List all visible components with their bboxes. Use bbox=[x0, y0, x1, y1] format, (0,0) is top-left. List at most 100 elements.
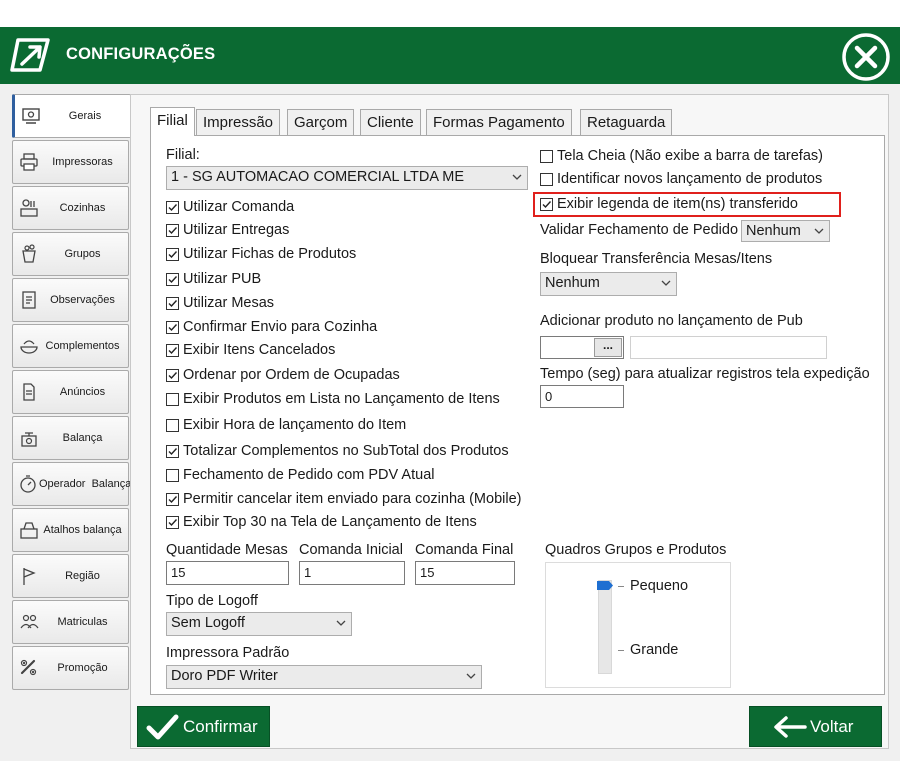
bloquear-select[interactable]: Nenhum bbox=[540, 272, 677, 296]
checkbox-label: Utilizar PUB bbox=[183, 271, 262, 287]
checkbox-label: Utilizar Entregas bbox=[183, 222, 290, 238]
search-produto-button[interactable]: ... bbox=[594, 338, 622, 357]
slider-track[interactable] bbox=[598, 580, 612, 674]
tempo-input[interactable]: 0 bbox=[540, 385, 624, 408]
checkbox-box[interactable] bbox=[166, 272, 179, 286]
chevron-down-icon bbox=[814, 228, 824, 234]
promotion-icon bbox=[17, 656, 41, 680]
checkbox-box[interactable] bbox=[166, 392, 179, 406]
sidebar-item-label: Grupos bbox=[64, 248, 101, 260]
checkbox-hora-lancamento[interactable]: Exibir Hora de lançamento do Item bbox=[166, 417, 406, 433]
title-bar: CONFIGURAÇÕES bbox=[0, 27, 900, 84]
sidebar-item-impressoras[interactable]: Impressoras bbox=[12, 140, 129, 184]
checkbox-box[interactable] bbox=[166, 515, 179, 529]
tab-cliente[interactable]: Cliente bbox=[360, 109, 421, 135]
checkbox-ordenar-ocupadas[interactable]: Ordenar por Ordem de Ocupadas bbox=[166, 367, 400, 383]
validar-select[interactable]: Nenhum bbox=[741, 220, 830, 242]
checkbox-box[interactable] bbox=[166, 444, 179, 458]
tab-retaguarda[interactable]: Retaguarda bbox=[580, 109, 673, 135]
checkbox-utilizar-entregas[interactable]: Utilizar Entregas bbox=[166, 222, 289, 238]
sidebar-item-matriculas[interactable]: Matriculas bbox=[12, 600, 129, 644]
sidebar-item-operador-balanca[interactable]: Operador Balança bbox=[12, 462, 131, 506]
sidebar-item-observacoes[interactable]: Observações bbox=[12, 278, 129, 322]
sidebar-item-label: Cozinhas bbox=[59, 202, 106, 214]
sidebar-item-grupos[interactable]: Grupos bbox=[12, 232, 129, 276]
checkbox-box[interactable] bbox=[166, 320, 179, 334]
checkbox-label: Totalizar Complementos no SubTotal dos P… bbox=[183, 443, 509, 459]
printer-icon bbox=[17, 150, 41, 174]
checkbox-box[interactable] bbox=[166, 468, 179, 482]
checkbox-box[interactable] bbox=[166, 368, 179, 382]
checkbox-box[interactable] bbox=[540, 149, 553, 163]
tab-filial[interactable]: Filial bbox=[150, 107, 195, 136]
adicionar-label: Adicionar produto no lançamento de Pub bbox=[540, 313, 803, 329]
checkbox-box[interactable] bbox=[166, 296, 179, 310]
chevron-down-icon bbox=[466, 673, 476, 679]
tab-impressao[interactable]: Impressão bbox=[196, 109, 281, 135]
logoff-select[interactable]: Sem Logoff bbox=[166, 612, 352, 636]
checkbox-box[interactable] bbox=[166, 492, 179, 506]
checkbox-label: Confirmar Envio para Cozinha bbox=[183, 319, 378, 335]
checkbox-box[interactable] bbox=[166, 418, 179, 432]
sidebar-item-balanca[interactable]: Balança bbox=[12, 416, 129, 460]
checkbox-label: Utilizar Fichas de Produtos bbox=[183, 246, 357, 262]
sidebar-item-anuncios[interactable]: Anúncios bbox=[12, 370, 129, 414]
tab-formas-pagamento[interactable]: Formas Pagamento bbox=[426, 109, 572, 135]
produto-name-field bbox=[630, 336, 827, 359]
checkbox-label: Identificar novos lançamento de produtos bbox=[557, 171, 823, 187]
checkbox-exibir-cancelados[interactable]: Exibir Itens Cancelados bbox=[166, 342, 335, 358]
checkbox-identificar-lancamentos[interactable]: Identificar novos lançamento de produtos bbox=[540, 171, 822, 187]
checkbox-box[interactable] bbox=[166, 247, 179, 261]
filial-select-value: 1 - SG AUTOMACAO COMERCIAL LTDA ME bbox=[171, 169, 465, 185]
window-title: CONFIGURAÇÕES bbox=[66, 45, 216, 63]
checkbox-box[interactable] bbox=[166, 343, 179, 357]
checkbox-box[interactable] bbox=[166, 200, 179, 214]
sidebar-item-label: Complementos bbox=[45, 340, 120, 352]
sidebar-item-complementos[interactable]: Complementos bbox=[12, 324, 129, 368]
checkbox-confirmar-envio[interactable]: Confirmar Envio para Cozinha bbox=[166, 319, 377, 335]
impressora-label: Impressora Padrão bbox=[166, 645, 290, 661]
checkbox-cancelar-mobile[interactable]: Permitir cancelar item enviado para cozi… bbox=[166, 491, 521, 507]
sidebar-item-regiao[interactable]: Região bbox=[12, 554, 129, 598]
quantidade-mesas-value: 15 bbox=[171, 565, 186, 580]
checkbox-utilizar-fichas[interactable]: Utilizar Fichas de Produtos bbox=[166, 246, 356, 262]
confirm-button[interactable]: Confirmar bbox=[137, 706, 270, 747]
checkbox-fechamento-pdv[interactable]: Fechamento de Pedido com PDV Atual bbox=[166, 467, 434, 483]
sidebar-item-promocao[interactable]: Promoção bbox=[12, 646, 129, 690]
checkbox-label: Exibir Produtos em Lista no Lançamento d… bbox=[183, 391, 500, 407]
checkbox-utilizar-pub[interactable]: Utilizar PUB bbox=[166, 271, 261, 287]
validar-select-value: Nenhum bbox=[746, 223, 801, 239]
logoff-select-value: Sem Logoff bbox=[171, 615, 245, 631]
scale-shortcut-icon bbox=[17, 518, 41, 542]
comanda-inicial-input[interactable]: 1 bbox=[299, 561, 405, 585]
tab-garcom[interactable]: Garçom bbox=[287, 109, 355, 135]
slider-tick bbox=[618, 586, 624, 587]
sidebar-item-atalhos-balanca[interactable]: Atalhos balança bbox=[12, 508, 129, 552]
close-button[interactable] bbox=[840, 31, 892, 83]
checkbox-totalizar-complementos[interactable]: Totalizar Complementos no SubTotal dos P… bbox=[166, 443, 509, 459]
back-button-label: Voltar bbox=[810, 716, 854, 736]
back-button[interactable]: Voltar bbox=[749, 706, 882, 747]
registrations-icon bbox=[17, 610, 41, 634]
checkbox-utilizar-mesas[interactable]: Utilizar Mesas bbox=[166, 295, 274, 311]
tempo-label: Tempo (seg) para atualizar registros tel… bbox=[540, 366, 870, 382]
checkbox-box[interactable] bbox=[166, 223, 179, 237]
quantidade-mesas-input[interactable]: 15 bbox=[166, 561, 289, 585]
sidebar-item-label: Impressoras bbox=[52, 156, 113, 168]
quadros-label: Quadros Grupos e Produtos bbox=[545, 542, 727, 558]
comanda-final-input[interactable]: 15 bbox=[415, 561, 515, 585]
checkmark-icon bbox=[146, 714, 179, 739]
checkbox-box[interactable] bbox=[540, 172, 553, 186]
filial-label: Filial: bbox=[166, 147, 200, 163]
sidebar-item-gerais[interactable]: Gerais bbox=[12, 94, 131, 138]
comanda-final-value: 15 bbox=[420, 565, 435, 580]
impressora-select[interactable]: Doro PDF Writer bbox=[166, 665, 482, 689]
checkbox-utilizar-comanda[interactable]: Utilizar Comanda bbox=[166, 199, 294, 215]
filial-select[interactable]: 1 - SG AUTOMACAO COMERCIAL LTDA ME bbox=[166, 166, 528, 190]
complements-icon bbox=[17, 334, 41, 358]
sidebar-item-cozinhas[interactable]: Cozinhas bbox=[12, 186, 129, 230]
checkbox-produtos-lista[interactable]: Exibir Produtos em Lista no Lançamento d… bbox=[166, 391, 500, 407]
checkbox-tela-cheia[interactable]: Tela Cheia (Não exibe a barra de tarefas… bbox=[540, 148, 823, 164]
checkbox-label: Utilizar Comanda bbox=[183, 199, 295, 215]
checkbox-exibir-top30[interactable]: Exibir Top 30 na Tela de Lançamento de I… bbox=[166, 514, 477, 530]
